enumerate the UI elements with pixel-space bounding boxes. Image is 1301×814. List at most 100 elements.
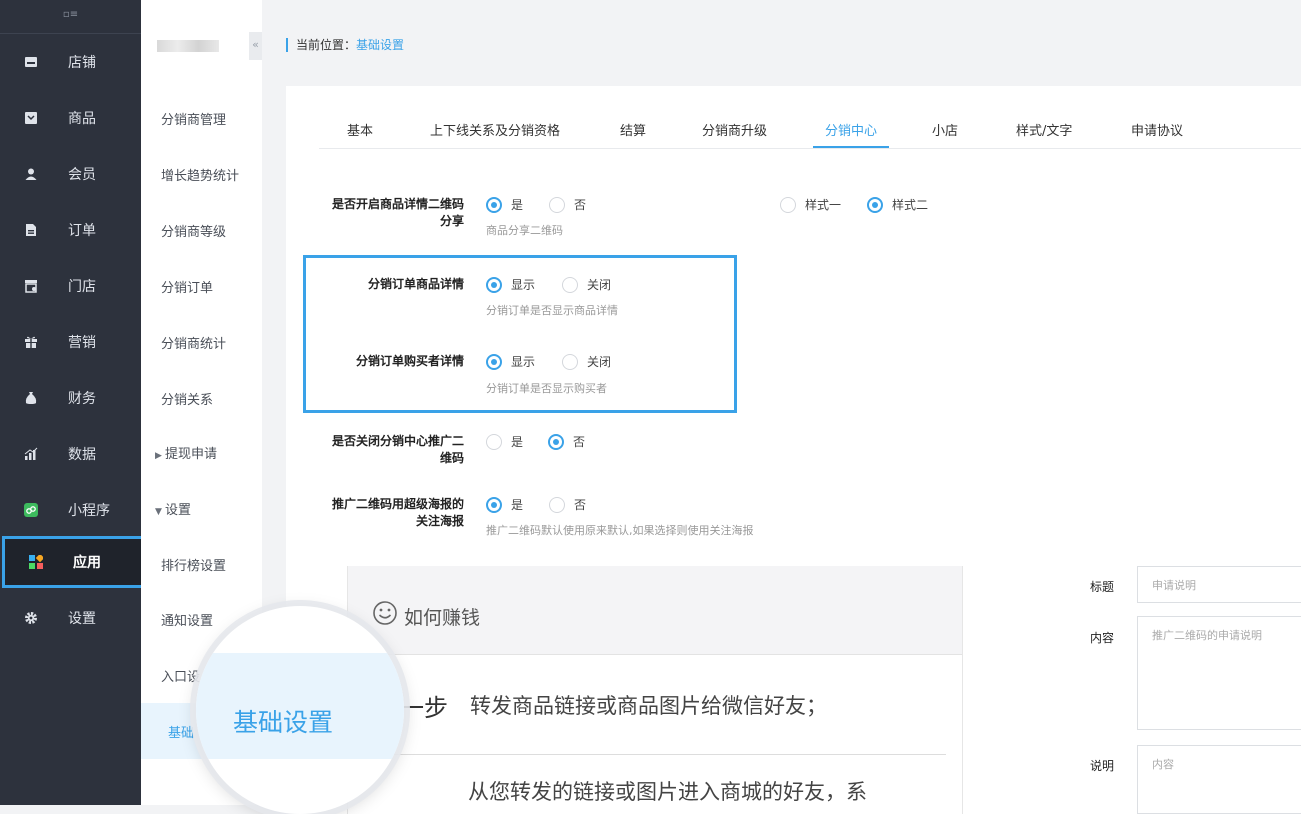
tab-style[interactable]: 样式/文字 (1016, 120, 1072, 139)
nav-label: 小程序 (68, 503, 110, 519)
gift-icon (24, 335, 38, 349)
radio-checked-icon (486, 353, 502, 370)
radio-checked-icon (486, 496, 502, 513)
radio-checked-icon (486, 276, 502, 293)
radio-label: 显示 (511, 278, 536, 292)
style-one-radio[interactable]: 样式一 (780, 196, 841, 213)
tab-settlement[interactable]: 结算 (620, 120, 646, 139)
order-buyer-label: 分销订单购买者详情 (355, 354, 464, 368)
tab-shop[interactable]: 小店 (932, 120, 958, 139)
goods-icon (24, 111, 38, 125)
order-icon (24, 223, 38, 237)
radio-unchecked-icon (549, 496, 565, 513)
subnav-group-withdraw[interactable]: ▶ 提现申请 (155, 443, 217, 462)
order-goods-hint: 分销订单是否显示商品详情 (486, 304, 618, 317)
money-bag-icon (24, 391, 38, 405)
nav-item-goods[interactable]: 商品 (0, 90, 141, 146)
radio-unchecked-icon (486, 433, 502, 450)
radio-label: 关闭 (587, 278, 612, 292)
preview-title: 如何赚钱 (404, 607, 481, 629)
radio-label: 否 (574, 498, 587, 512)
shop-icon (24, 279, 38, 293)
super-poster-label: 推广二维码用超级海报的关注海报 (331, 497, 464, 528)
radio-unchecked-icon (549, 196, 565, 213)
radio-label: 是 (511, 198, 524, 212)
radio-checked-icon (867, 196, 883, 213)
radio-label: 显示 (511, 355, 536, 369)
nav-item-member[interactable]: 会员 (0, 146, 141, 202)
subnav-item[interactable]: 通知设置 (161, 610, 213, 629)
nav-item-marketing[interactable]: 营销 (0, 314, 141, 370)
active-tab-indicator (813, 146, 889, 148)
store-name-blurred (157, 40, 219, 52)
nav-item-data[interactable]: 数据 (0, 426, 141, 482)
order-buyer-show-radio[interactable]: 显示 (486, 353, 535, 370)
order-goods-show-radio[interactable]: 显示 (486, 276, 535, 293)
subnav-item[interactable]: 分销商管理 (161, 109, 226, 128)
title-input[interactable]: 申请说明 (1137, 566, 1301, 603)
super-poster-hint: 推广二维码默认使用原来默认,如果选择则使用关注海报 (486, 524, 754, 537)
preview-panel: 如何赚钱 一步 转发商品链接或商品图片给微信好友； 从您转发的链接或图片进入商城… (347, 566, 963, 814)
nav-item-store[interactable]: 店铺 (0, 34, 141, 90)
nav-item-shop[interactable]: 门店 (0, 258, 141, 314)
radio-label: 样式二 (892, 198, 929, 212)
subnav-item[interactable]: 分销商等级 (161, 221, 226, 240)
close-qr-label: 是否关闭分销中心推广二维码 (331, 434, 464, 465)
member-icon (24, 167, 38, 181)
order-buyer-hint: 分销订单是否显示购买者 (486, 382, 607, 395)
subnav-item[interactable]: 增长趋势统计 (161, 165, 239, 184)
content-textarea[interactable]: 推广二维码的申请说明 (1137, 616, 1301, 730)
title-field-label: 标题 (1090, 580, 1115, 594)
order-buyer-close-radio[interactable]: 关闭 (562, 353, 611, 370)
qr-share-yes-radio[interactable]: 是 (486, 196, 523, 213)
subnav-item-active[interactable]: 基础 (168, 722, 194, 741)
menu-toggle-icon[interactable]: ▫≡ (0, 0, 141, 34)
content-field-label: 内容 (1090, 631, 1115, 645)
nav-item-apps[interactable]: 应用 (2, 536, 149, 588)
nav-label: 店铺 (68, 55, 96, 71)
gear-icon (24, 611, 38, 625)
subnav-item[interactable]: 分销关系 (161, 389, 213, 408)
close-qr-no-radio[interactable]: 否 (548, 433, 585, 450)
subnav-item[interactable]: 分销订单 (161, 277, 213, 296)
close-qr-yes-radio[interactable]: 是 (486, 433, 523, 450)
super-poster-no-radio[interactable]: 否 (549, 496, 586, 513)
nav-item-settings[interactable]: 设置 (0, 590, 141, 646)
main-nav: ▫≡ 店铺 商品 会员 订单 门店 营销 财务 数据 小程序 应用 设置 (0, 0, 149, 805)
qr-share-label: 是否开启商品详情二维码分享 (331, 197, 464, 228)
super-poster-yes-radio[interactable]: 是 (486, 496, 523, 513)
subnav-item[interactable]: 排行榜设置 (161, 555, 226, 574)
chart-icon (24, 447, 38, 461)
qr-share-hint: 商品分享二维码 (486, 224, 563, 237)
order-goods-close-radio[interactable]: 关闭 (562, 276, 611, 293)
subnav-item[interactable]: 入口设 (161, 666, 200, 685)
tab-relations[interactable]: 上下线关系及分销资格 (430, 120, 560, 139)
nav-item-finance[interactable]: 财务 (0, 370, 141, 426)
style-two-radio[interactable]: 样式二 (867, 196, 928, 213)
qr-share-no-radio[interactable]: 否 (549, 196, 586, 213)
desc-field-label: 说明 (1090, 759, 1115, 773)
tab-upgrade[interactable]: 分销商升级 (702, 120, 767, 139)
tab-center[interactable]: 分销中心 (825, 120, 877, 139)
order-goods-label: 分销订单商品详情 (367, 277, 464, 291)
nav-label: 设置 (68, 611, 96, 627)
subnav-item[interactable]: 分销商统计 (161, 333, 226, 352)
store-icon (24, 55, 38, 69)
preview-divider (384, 754, 946, 755)
nav-item-order[interactable]: 订单 (0, 202, 141, 258)
nav-item-mini-program[interactable]: 小程序 (0, 482, 141, 538)
preview-step1-label: 一步 (400, 694, 448, 722)
preview-step1-text: 转发商品链接或商品图片给微信好友； (470, 694, 827, 718)
collapse-sidebar-icon[interactable]: « (249, 32, 262, 60)
radio-checked-icon (486, 196, 502, 213)
breadcrumb: 当前位置：基础设置 (286, 38, 404, 52)
desc-textarea[interactable]: 内容 (1137, 745, 1301, 814)
breadcrumb-current[interactable]: 基础设置 (356, 38, 404, 52)
radio-unchecked-icon (780, 196, 796, 213)
nav-label: 门店 (68, 279, 96, 295)
smile-icon (373, 601, 397, 625)
tab-agreement[interactable]: 申请协议 (1131, 120, 1183, 139)
tab-basic[interactable]: 基本 (347, 120, 373, 139)
apps-icon (29, 555, 43, 569)
subnav-group-settings[interactable]: ▼ 设置 (155, 499, 191, 518)
